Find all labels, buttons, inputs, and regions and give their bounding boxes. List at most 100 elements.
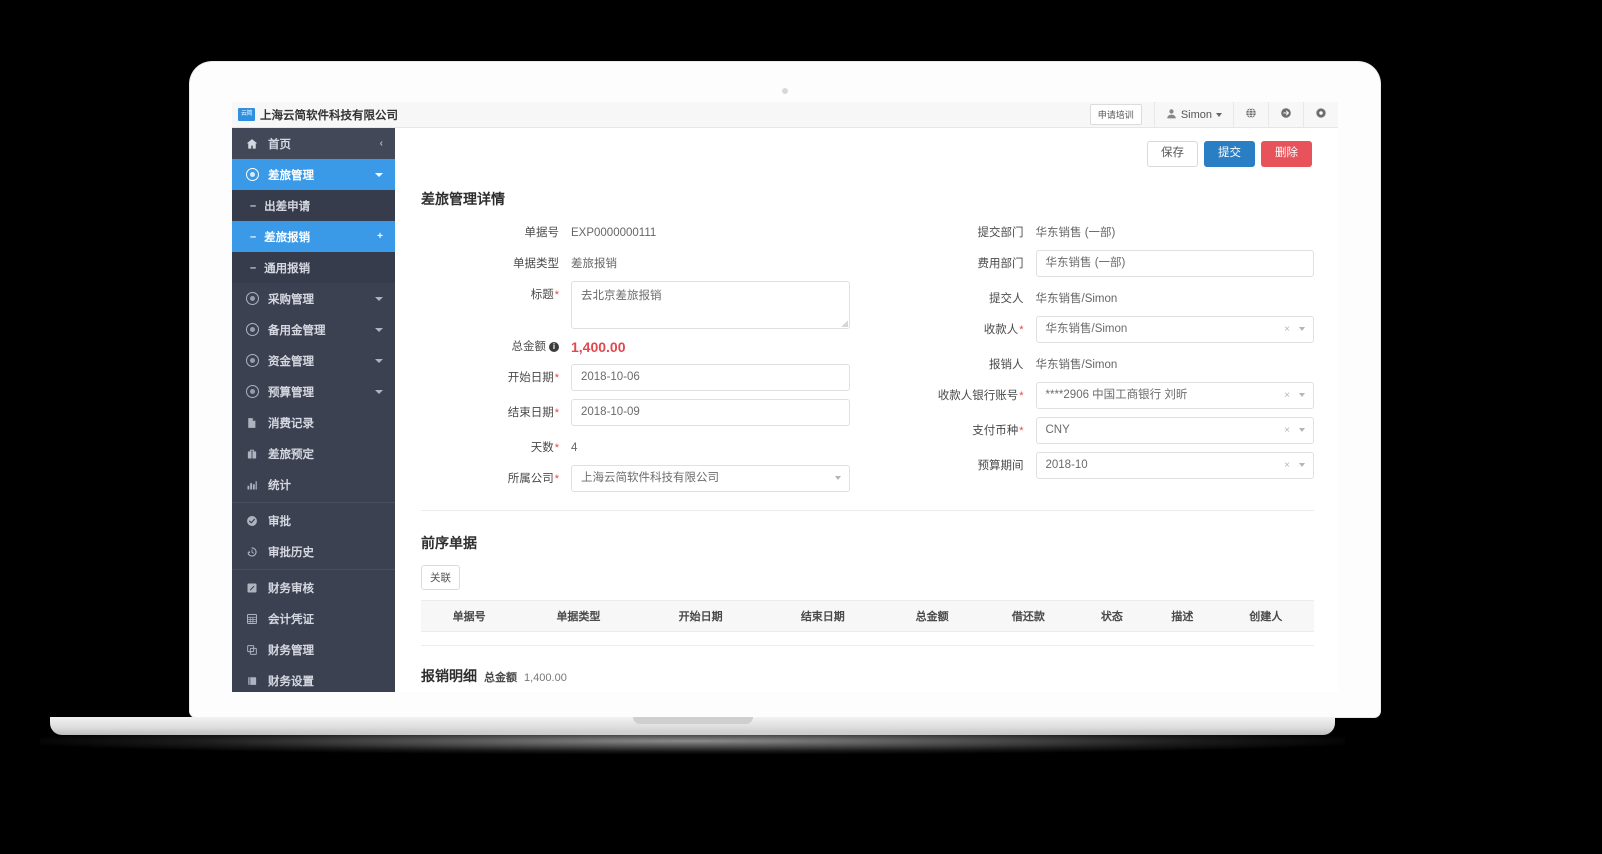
chevron-down-icon [1299, 327, 1305, 332]
field-submit-department: 提交部门 华东销售 (一部) [902, 219, 1315, 250]
select-adornment: × [1284, 453, 1305, 478]
select-adornment: × [1284, 383, 1305, 408]
chevron-left-icon[interactable]: ‹ [380, 138, 383, 149]
sidebar-item-procurement[interactable]: 采购管理 [232, 283, 395, 314]
sidebar-item-accounting-voucher[interactable]: 会计凭证 [232, 603, 395, 634]
field-label: 所属公司* [507, 472, 559, 485]
settings-button[interactable] [1303, 102, 1338, 127]
calculator-icon [244, 613, 260, 625]
sidebar-item-financial-audit[interactable]: 财务审核 [232, 572, 395, 603]
field-label: 预算期间 [977, 459, 1024, 472]
dash-icon: – [250, 261, 257, 274]
sidebar-item-consumption-records[interactable]: 消费记录 [232, 407, 395, 438]
field-label: 标题* [530, 288, 559, 301]
sidebar-item-financial-settings[interactable]: 财务设置 [232, 665, 395, 692]
save-button[interactable]: 保存 [1147, 141, 1198, 167]
field-value: 4 [571, 441, 578, 454]
cost-department-input[interactable]: 华东销售 (一部) [1035, 249, 1314, 277]
column-header[interactable]: 总金额 [883, 599, 981, 632]
form-column-right: 提交部门 华东销售 (一部) 费用部门 华东销售 (一部) 提交人 华东销售/S… [868, 219, 1315, 496]
sidebar-item-label: 审批 [268, 515, 291, 528]
sidebar-item-label: 财务管理 [268, 644, 314, 657]
field-value: 华东销售/Simon [1035, 358, 1118, 371]
currency-select[interactable]: CNY × [1035, 416, 1314, 444]
table-header-row: 单据号 单据类型 开始日期 结束日期 总金额 借还款 状态 描述 创建人 [421, 599, 1314, 632]
chart-icon [244, 479, 260, 491]
prior-docs-table: 单据号 单据类型 开始日期 结束日期 总金额 借还款 状态 描述 创建人 [421, 599, 1314, 646]
laptop-mockup: 云简 上海云简软件科技有限公司 申请培训 Simon 首页 ‹ 差旅管理 – 出… [190, 62, 1380, 717]
logout-button[interactable] [1268, 102, 1303, 127]
table-empty-row [421, 631, 1314, 646]
select-adornment [834, 466, 841, 491]
apply-training-button[interactable]: 申请培训 [1089, 104, 1142, 125]
sidebar-item-statistics[interactable]: 统计 [232, 469, 395, 500]
field-reimburser: 报销人 华东销售/Simon [902, 351, 1315, 382]
document-icon [244, 417, 260, 429]
clear-icon[interactable]: × [1284, 383, 1290, 408]
link-document-button[interactable]: 关联 [421, 564, 460, 590]
laptop-shadow [40, 728, 1345, 754]
sidebar-item-fund-management[interactable]: 资金管理 [232, 345, 395, 376]
clear-icon[interactable]: × [1284, 418, 1290, 443]
sidebar-item-approval[interactable]: 审批 [232, 505, 395, 536]
submit-button[interactable]: 提交 [1204, 141, 1255, 167]
select-adornment: × [1284, 418, 1305, 443]
clear-icon[interactable]: × [1284, 453, 1290, 478]
sidebar-item-label: 差旅管理 [268, 169, 314, 182]
check-circle-icon [244, 515, 260, 527]
field-label: 天数* [530, 441, 559, 454]
sidebar-item-budget-management[interactable]: 预算管理 [232, 376, 395, 407]
required-mark: * [1019, 424, 1024, 437]
column-header[interactable]: 描述 [1147, 599, 1218, 632]
body-wrap: 首页 ‹ 差旅管理 – 出差申请 – 差旅报销 + – 通用报销 采购管理 备用… [232, 128, 1338, 692]
column-header[interactable]: 创建人 [1217, 599, 1314, 632]
laptop-camera [782, 88, 788, 94]
field-title: 标题* 去北京差旅报销 [421, 280, 850, 329]
column-header[interactable]: 借还款 [980, 599, 1077, 632]
required-mark: * [1019, 389, 1024, 402]
clear-icon[interactable]: × [1284, 317, 1290, 342]
edit-icon [244, 582, 260, 594]
company-select[interactable]: 上海云简软件科技有限公司 [571, 464, 850, 492]
briefcase-icon [244, 448, 260, 460]
caret-down-icon [375, 355, 383, 366]
title-textarea[interactable]: 去北京差旅报销 [571, 280, 850, 329]
sidebar-item-label: 财务设置 [268, 675, 314, 688]
sidebar-item-petty-cash[interactable]: 备用金管理 [232, 314, 395, 345]
sidebar-item-financial-management[interactable]: 财务管理 [232, 634, 395, 665]
info-icon[interactable]: i [549, 341, 559, 352]
sidebar-item-general-reimbursement[interactable]: – 通用报销 [232, 252, 395, 283]
column-header[interactable]: 开始日期 [639, 599, 762, 632]
budget-period-value: 2018-10 [1045, 458, 1088, 471]
main-content: 保存 提交 删除 差旅管理详情 单据号 EXP0000000111 单据类型 差… [395, 128, 1338, 692]
bank-account-select[interactable]: ****2906 中国工商银行 刘昕 × [1035, 381, 1314, 409]
field-label: 单据类型 [513, 257, 559, 270]
end-date-input[interactable]: 2018-10-09 [571, 398, 850, 426]
company-select-value: 上海云简软件科技有限公司 [581, 471, 719, 484]
start-date-input[interactable]: 2018-10-06 [571, 363, 850, 391]
sidebar-item-travel-reimbursement[interactable]: – 差旅报销 + [232, 221, 395, 252]
chevron-down-icon [1299, 428, 1305, 433]
language-button[interactable] [1233, 102, 1268, 127]
field-label: 结束日期* [507, 406, 559, 419]
field-value: 华东销售/Simon [1035, 292, 1118, 305]
delete-button[interactable]: 删除 [1261, 141, 1312, 167]
sidebar: 首页 ‹ 差旅管理 – 出差申请 – 差旅报销 + – 通用报销 采购管理 备用… [232, 128, 395, 692]
laptop-base-notch [632, 717, 753, 724]
column-header[interactable]: 结束日期 [761, 599, 884, 632]
sidebar-item-trip-application[interactable]: – 出差申请 [232, 190, 395, 221]
sidebar-item-travel-booking[interactable]: 差旅预定 [232, 438, 395, 469]
circle-icon [244, 323, 260, 336]
budget-period-select[interactable]: 2018-10 × [1035, 451, 1314, 479]
sidebar-item-travel-management[interactable]: 差旅管理 [232, 159, 395, 190]
sidebar-item-approval-history[interactable]: 审批历史 [232, 536, 395, 567]
field-end-date: 结束日期* 2018-10-09 [421, 398, 850, 430]
payee-select[interactable]: 华东销售/Simon × [1035, 315, 1314, 343]
column-header[interactable]: 状态 [1076, 599, 1148, 632]
sidebar-item-home[interactable]: 首页 ‹ [232, 128, 395, 159]
column-header[interactable]: 单据类型 [517, 599, 640, 632]
column-header[interactable]: 单据号 [421, 599, 518, 632]
user-menu[interactable]: Simon [1153, 102, 1233, 127]
add-icon[interactable]: + [377, 231, 383, 242]
field-value: EXP0000000111 [571, 226, 657, 239]
